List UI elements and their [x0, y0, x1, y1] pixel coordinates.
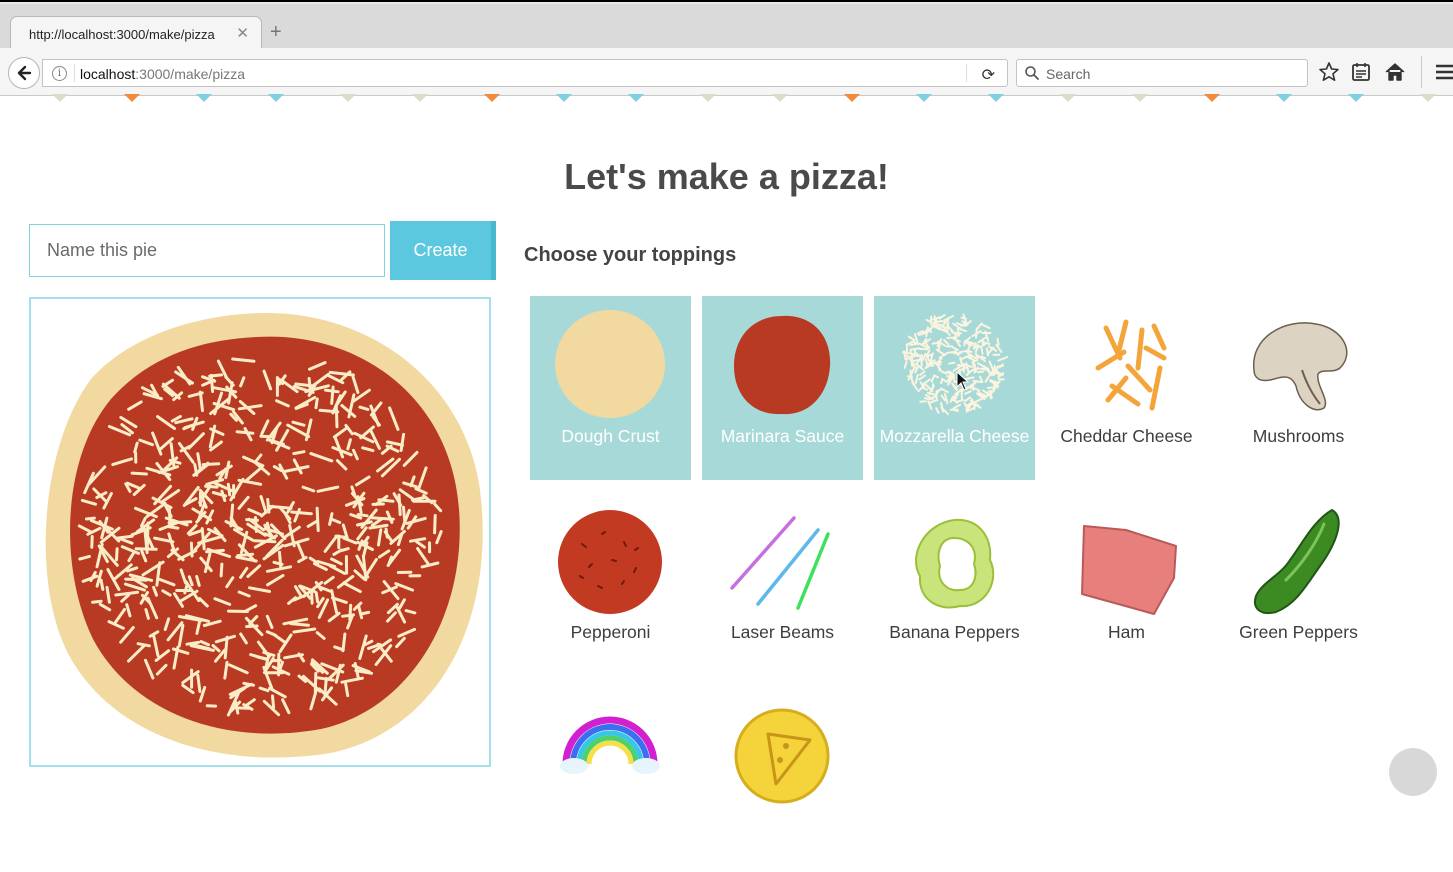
toppings-heading: Choose your toppings [524, 244, 736, 267]
rainbow-icon [552, 700, 668, 816]
scroll-button[interactable] [1389, 748, 1437, 796]
create-button[interactable]: Create [390, 221, 496, 280]
new-tab-button[interactable]: + [270, 22, 282, 42]
topping-laser-beams[interactable]: Laser Beams [702, 492, 863, 676]
marinara-sauce-icon [724, 308, 840, 424]
bookmark-star-icon[interactable] [1317, 60, 1341, 84]
green-pepper-icon [1240, 504, 1356, 620]
topping-label: Pepperoni [530, 622, 691, 643]
reload-separator [966, 64, 967, 82]
pizza-coin-icon [724, 700, 840, 816]
pie-name-input[interactable] [29, 224, 385, 277]
pizza-preview [29, 297, 491, 767]
home-icon[interactable] [1383, 60, 1407, 84]
topping-pizza-coin[interactable] [702, 688, 863, 872]
topping-mozzarella-cheese[interactable]: Mozzarella Cheese [874, 296, 1035, 480]
topping-pepperoni[interactable]: Pepperoni [530, 492, 691, 676]
search-icon [1024, 65, 1040, 81]
tab-strip: http://localhost:3000/make/pizza ✕ + [0, 4, 1453, 48]
laser-beams-icon [724, 504, 840, 620]
topping-dough-crust[interactable]: Dough Crust [530, 296, 691, 480]
url-text[interactable]: localhost:3000/make/pizza [80, 66, 245, 82]
nav-bar: i localhost:3000/make/pizza ⟳ Search [0, 48, 1453, 96]
info-icon[interactable]: i [52, 66, 67, 81]
topping-green-peppers[interactable]: Green Peppers [1218, 492, 1379, 676]
topping-label: Mushrooms [1218, 426, 1379, 447]
topping-label: Banana Peppers [874, 622, 1035, 643]
search-placeholder: Search [1046, 66, 1090, 82]
topping-label: Green Peppers [1218, 622, 1379, 643]
topping-label: Dough Crust [530, 426, 691, 447]
bunting-decoration [0, 94, 1453, 106]
mushroom-icon [1240, 308, 1356, 424]
browser-tab[interactable]: http://localhost:3000/make/pizza ✕ [10, 16, 262, 50]
url-bar[interactable]: i localhost:3000/make/pizza ⟳ [42, 59, 1008, 87]
cheddar-cheese-icon [1068, 308, 1184, 424]
toolbar-divider [1421, 56, 1422, 88]
reload-icon[interactable]: ⟳ [982, 65, 995, 85]
topping-label: Ham [1046, 622, 1207, 643]
back-button[interactable] [8, 57, 40, 89]
page-title: Let's make a pizza! [0, 156, 1453, 198]
browser-chrome: http://localhost:3000/make/pizza ✕ + i l… [0, 0, 1453, 94]
ham-icon [1068, 504, 1184, 620]
topping-rainbow[interactable] [530, 688, 691, 872]
reading-list-icon[interactable] [1349, 60, 1373, 84]
topping-label: Mozzarella Cheese [874, 426, 1035, 447]
topping-label: Laser Beams [702, 622, 863, 643]
topping-label: Cheddar Cheese [1046, 426, 1207, 447]
topping-ham[interactable]: Ham [1046, 492, 1207, 676]
pizza-preview-image [31, 299, 491, 767]
tab-close-icon[interactable]: ✕ [236, 24, 249, 42]
search-bar[interactable]: Search [1016, 59, 1308, 87]
topping-banana-peppers[interactable]: Banana Peppers [874, 492, 1035, 676]
url-separator [74, 64, 75, 82]
topping-mushrooms[interactable]: Mushrooms [1218, 296, 1379, 480]
menu-icon[interactable] [1433, 60, 1453, 84]
dough-crust-icon [552, 308, 668, 424]
banana-pepper-icon [896, 504, 1012, 620]
topping-cheddar-cheese[interactable]: Cheddar Cheese [1046, 296, 1207, 480]
pepperoni-icon [552, 504, 668, 620]
topping-marinara-sauce[interactable]: Marinara Sauce [702, 296, 863, 480]
topping-label: Marinara Sauce [702, 426, 863, 447]
url-path: :3000/make/pizza [135, 66, 245, 82]
url-host: localhost [80, 66, 135, 82]
back-arrow-icon [16, 65, 32, 81]
mozzarella-cheese-icon [896, 308, 1012, 424]
mouse-cursor-icon [956, 371, 970, 391]
tab-title: http://localhost:3000/make/pizza [29, 27, 215, 42]
